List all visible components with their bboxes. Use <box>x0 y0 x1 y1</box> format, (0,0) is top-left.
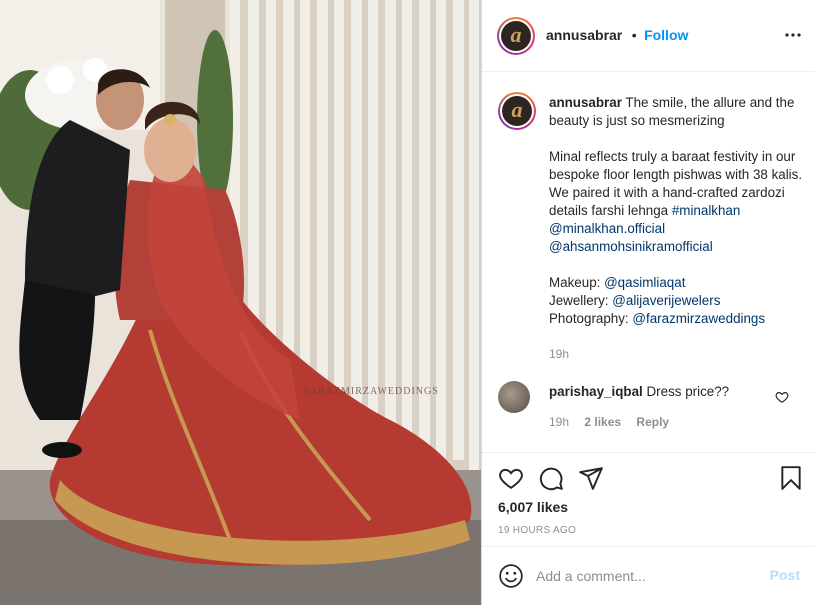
post-photo[interactable]: FARAZMIRZAWEDDINGS <box>0 0 481 605</box>
comment-reply-button[interactable]: Reply <box>636 415 669 429</box>
post-timestamp[interactable]: 19 HOURS AGO <box>498 525 576 536</box>
follow-button[interactable]: Follow <box>644 27 688 43</box>
caption-avatar[interactable]: a <box>498 92 536 130</box>
credit-link-jewellery[interactable]: @alijaverijewelers <box>612 293 720 308</box>
credit-label-photography: Photography: <box>549 311 629 326</box>
photo-watermark: FARAZMIRZAWEDDINGS <box>304 386 439 397</box>
separator-dot: • <box>631 27 637 43</box>
author-logo: a <box>501 21 531 51</box>
caption-author[interactable]: annusabrar <box>549 95 622 110</box>
comment-age: 19h <box>549 415 570 429</box>
credit-link-makeup[interactable]: @qasimliaqat <box>604 275 685 290</box>
add-comment-bar: Post <box>482 546 815 605</box>
mention-link-minalkhan[interactable]: @minalkhan.official <box>549 221 665 236</box>
comment-meta: 19h 2 likes Reply <box>549 415 681 429</box>
post-comment-button[interactable]: Post <box>770 567 800 583</box>
hashtag-link[interactable]: #minalkhan <box>672 203 740 218</box>
heart-icon[interactable] <box>498 465 524 491</box>
comment-body: Dress price?? <box>646 384 730 399</box>
caption-line-1: annusabrar The smile, the allure and the… <box>549 94 807 130</box>
comment-like-heart-icon[interactable] <box>775 390 789 404</box>
author-avatar[interactable]: a <box>497 17 535 55</box>
caption-text: annusabrar The smile, the allure and the… <box>549 94 807 363</box>
caption-logo: a <box>502 96 532 126</box>
bridal-photo-illustration <box>0 0 481 605</box>
comment-text: parishay_iqbal Dress price?? <box>549 383 769 401</box>
emoji-icon[interactable] <box>498 563 524 589</box>
comment-input[interactable] <box>536 563 756 589</box>
post-sidebar: a annusabrar • Follow a annusabrar The s… <box>481 0 815 605</box>
commenter-username[interactable]: parishay_iqbal <box>549 384 643 399</box>
credit-link-photography[interactable]: @farazmirzaweddings <box>632 311 765 326</box>
caption-credits: Makeup: @qasimliaqat Jewellery: @alijave… <box>549 274 807 328</box>
caption-paragraph-2: Minal reflects truly a baraat festivity … <box>549 148 807 256</box>
caption-age: 19h <box>549 347 570 361</box>
comment-likes[interactable]: 2 likes <box>584 415 621 429</box>
comment-bubble-icon[interactable] <box>538 465 564 491</box>
more-options-icon[interactable] <box>784 26 802 44</box>
author-username[interactable]: annusabrar <box>546 27 622 43</box>
credit-label-jewellery: Jewellery: <box>549 293 609 308</box>
post-actions: 6,007 likes 19 HOURS AGO <box>482 452 815 546</box>
credit-label-makeup: Makeup: <box>549 275 601 290</box>
bookmark-icon[interactable] <box>778 465 804 491</box>
commenter-avatar[interactable] <box>498 381 530 413</box>
post-header: a annusabrar • Follow <box>482 0 815 72</box>
mention-link-ahsanmohsinikram[interactable]: @ahsanmohsinikramofficial <box>549 239 713 254</box>
send-icon[interactable] <box>578 465 604 491</box>
likes-count[interactable]: 6,007 likes <box>498 499 568 515</box>
